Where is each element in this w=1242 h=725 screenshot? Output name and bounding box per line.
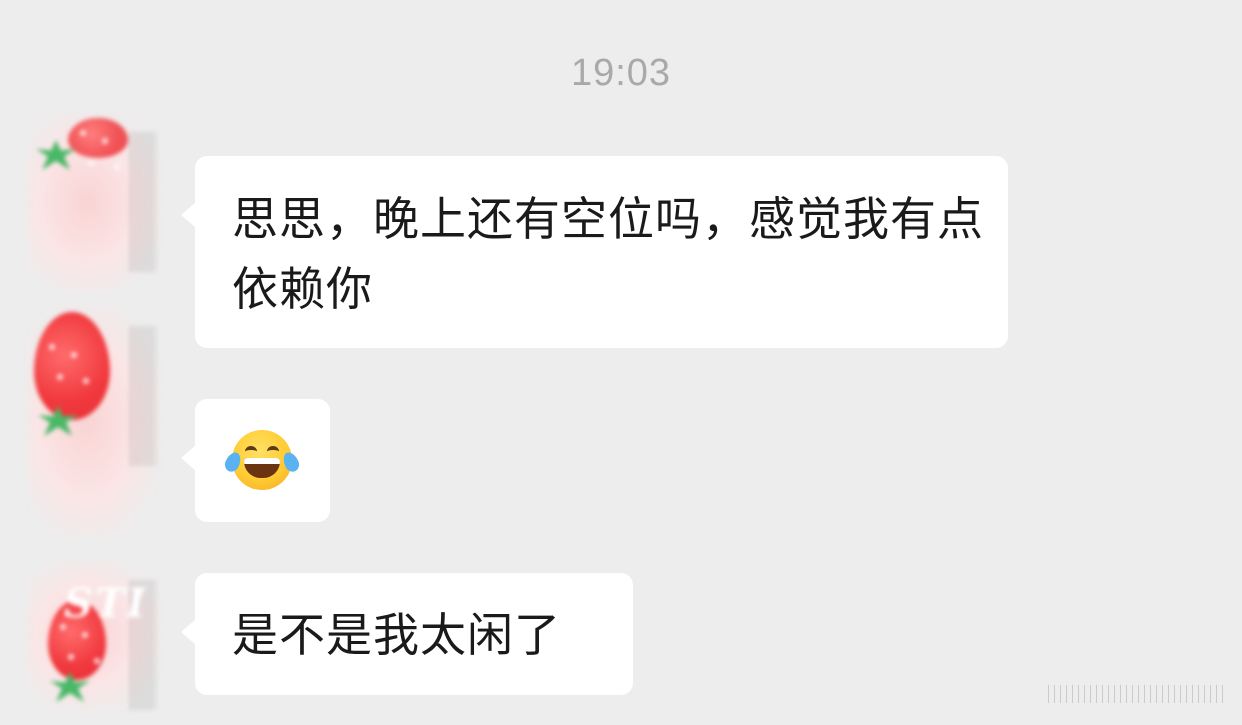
face-with-tears-of-joy-icon (222, 430, 302, 490)
message-bubble[interactable]: 思思，晚上还有空位吗，感觉我有点依赖你 (181, 156, 1008, 348)
avatar[interactable] (28, 112, 160, 292)
message-text: 是不是我太闲了 (232, 608, 561, 662)
message-text: 思思，晚上还有空位吗，感觉我有点依赖你 (232, 192, 984, 316)
avatar[interactable] (28, 306, 160, 536)
message-timestamp: 19:03 (570, 52, 672, 94)
watermark (1048, 685, 1228, 703)
message-bubble[interactable] (181, 399, 330, 522)
avatar[interactable]: STI (28, 560, 160, 710)
avatar-overlay-text: STI (64, 580, 148, 627)
message-bubble[interactable]: 是不是我太闲了 (181, 573, 633, 695)
